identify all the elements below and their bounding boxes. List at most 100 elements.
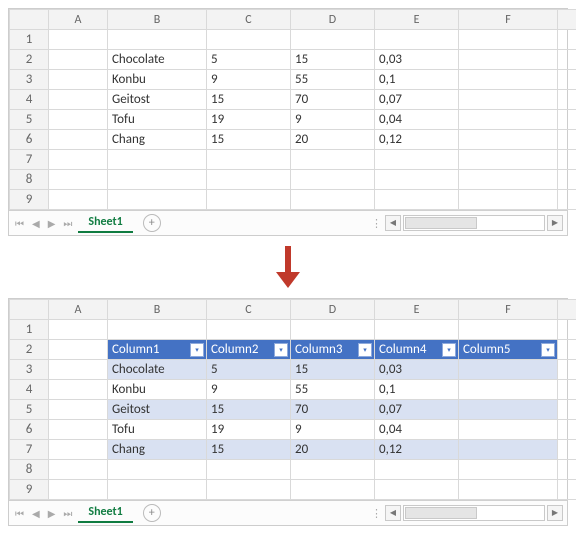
cell-A6[interactable] [49, 130, 108, 150]
cell-F9[interactable] [459, 480, 558, 500]
cell-A4[interactable] [49, 90, 108, 110]
cell-F7[interactable] [459, 440, 558, 460]
cell-C6[interactable]: 19 [207, 420, 291, 440]
cell-G3[interactable] [558, 70, 576, 90]
cell-D1[interactable] [291, 30, 375, 50]
cell-G7[interactable] [558, 440, 576, 460]
cell-F5[interactable] [459, 110, 558, 130]
cell-E7[interactable] [375, 150, 459, 170]
filter-dropdown-icon[interactable]: ▾ [358, 343, 372, 357]
cell-B2[interactable]: Chocolate [108, 50, 207, 70]
tab-nav-first-icon[interactable]: ⏮ [13, 217, 26, 230]
cell-E8[interactable] [375, 170, 459, 190]
cell-B3[interactable]: Chocolate [108, 360, 207, 380]
row-header[interactable]: 7 [10, 150, 49, 170]
tab-nav-last-icon[interactable]: ⏭ [61, 507, 74, 520]
col-header-E[interactable]: E [375, 10, 459, 30]
col-header-F[interactable]: F [459, 10, 558, 30]
cell-D1[interactable] [291, 320, 375, 340]
row-header[interactable]: 5 [10, 110, 49, 130]
sheet-tab-active[interactable]: Sheet1 [78, 503, 132, 523]
cell-G5[interactable] [558, 110, 576, 130]
cell-C5[interactable]: 19 [207, 110, 291, 130]
sheet-tab-active[interactable]: Sheet1 [78, 213, 132, 233]
row-header[interactable]: 2 [10, 50, 49, 70]
filter-dropdown-icon[interactable]: ▾ [190, 343, 204, 357]
cell-G3[interactable] [558, 360, 576, 380]
cell-A3[interactable] [49, 70, 108, 90]
row-header[interactable]: 3 [10, 360, 49, 380]
cell-F4[interactable] [459, 90, 558, 110]
cell-A1[interactable] [49, 30, 108, 50]
col-header-F[interactable]: F [459, 300, 558, 320]
cell-E2[interactable]: 0,03 [375, 50, 459, 70]
cell-C3[interactable]: 9 [207, 70, 291, 90]
tab-splitter-icon[interactable]: ⋮ [371, 507, 383, 520]
cell-D2[interactable]: Column3▾ [291, 340, 375, 360]
hscroll-thumb[interactable] [405, 507, 477, 519]
cell-C4[interactable]: 15 [207, 90, 291, 110]
cell-D5[interactable]: 9 [291, 110, 375, 130]
hscroll-left-icon[interactable]: ◀ [385, 215, 401, 231]
cell-B5[interactable]: Geitost [108, 400, 207, 420]
tab-nav-prev-icon[interactable]: ◀ [30, 507, 42, 520]
row-header[interactable]: 9 [10, 480, 49, 500]
tab-nav-first-icon[interactable]: ⏮ [13, 507, 26, 520]
col-header-A[interactable]: A [49, 10, 108, 30]
cell-D9[interactable] [291, 190, 375, 210]
cell-E8[interactable] [375, 460, 459, 480]
cell-G1[interactable] [558, 30, 576, 50]
row-header[interactable]: 1 [10, 320, 49, 340]
hscroll-right-icon[interactable]: ▶ [547, 215, 563, 231]
cell-C2[interactable]: 5 [207, 50, 291, 70]
cell-F8[interactable] [459, 460, 558, 480]
cell-A2[interactable] [49, 340, 108, 360]
cell-B6[interactable]: Chang [108, 130, 207, 150]
cell-C8[interactable] [207, 170, 291, 190]
cell-B3[interactable]: Konbu [108, 70, 207, 90]
cell-G9[interactable] [558, 190, 576, 210]
cell-B4[interactable]: Geitost [108, 90, 207, 110]
row-header[interactable]: 4 [10, 90, 49, 110]
cell-G4[interactable] [558, 90, 576, 110]
cell-D7[interactable] [291, 150, 375, 170]
cell-F7[interactable] [459, 150, 558, 170]
cell-E3[interactable]: 0,1 [375, 70, 459, 90]
tab-nav-next-icon[interactable]: ▶ [46, 217, 58, 230]
tab-nav-last-icon[interactable]: ⏭ [61, 217, 74, 230]
cell-C9[interactable] [207, 480, 291, 500]
cell-A7[interactable] [49, 440, 108, 460]
cell-G2[interactable] [558, 50, 576, 70]
col-header-D[interactable]: D [291, 10, 375, 30]
cell-G5[interactable] [558, 400, 576, 420]
row-header[interactable]: 8 [10, 460, 49, 480]
cell-A9[interactable] [49, 480, 108, 500]
cell-F3[interactable] [459, 70, 558, 90]
cell-F5[interactable] [459, 400, 558, 420]
cell-F6[interactable] [459, 130, 558, 150]
cell-D6[interactable]: 9 [291, 420, 375, 440]
filter-dropdown-icon[interactable]: ▾ [541, 343, 555, 357]
worksheet-grid-after[interactable]: ABCDEFG12Column1▾Column2▾Column3▾Column4… [9, 299, 576, 500]
row-header[interactable]: 7 [10, 440, 49, 460]
cell-F3[interactable] [459, 360, 558, 380]
cell-E4[interactable]: 0,07 [375, 90, 459, 110]
cell-D3[interactable]: 15 [291, 360, 375, 380]
cell-D9[interactable] [291, 480, 375, 500]
cell-A9[interactable] [49, 190, 108, 210]
cell-E2[interactable]: Column4▾ [375, 340, 459, 360]
cell-B8[interactable] [108, 460, 207, 480]
cell-D7[interactable]: 20 [291, 440, 375, 460]
cell-D5[interactable]: 70 [291, 400, 375, 420]
cell-D4[interactable]: 55 [291, 380, 375, 400]
cell-F1[interactable] [459, 320, 558, 340]
col-header-C[interactable]: C [207, 10, 291, 30]
add-sheet-button[interactable]: + [143, 214, 161, 232]
cell-G9[interactable] [558, 480, 576, 500]
cell-B6[interactable]: Tofu [108, 420, 207, 440]
hscroll-left-icon[interactable]: ◀ [385, 505, 401, 521]
cell-C5[interactable]: 15 [207, 400, 291, 420]
cell-D8[interactable] [291, 460, 375, 480]
col-header-B[interactable]: B [108, 300, 207, 320]
cell-E6[interactable]: 0,04 [375, 420, 459, 440]
